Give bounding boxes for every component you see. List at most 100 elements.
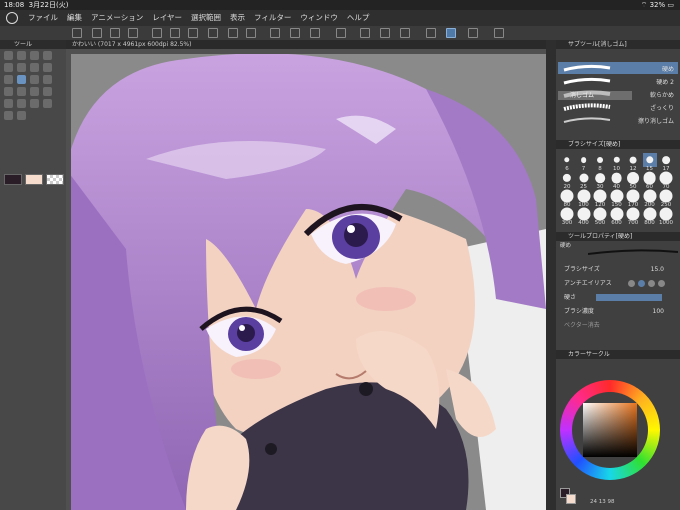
sub-color-chip[interactable] xyxy=(566,494,576,504)
brush-size-150[interactable]: 150 xyxy=(610,189,624,208)
app-logo-icon[interactable] xyxy=(6,12,18,24)
menu-file[interactable]: ファイル xyxy=(28,10,58,26)
invert-selection-icon[interactable] xyxy=(380,28,390,38)
brush-size-500[interactable]: 500 xyxy=(593,207,607,226)
vector-erase-row[interactable]: ベクター消去 xyxy=(558,320,678,331)
stroke-icon[interactable] xyxy=(468,28,478,38)
pen-mode-icon[interactable] xyxy=(446,28,456,38)
crop-icon[interactable] xyxy=(400,28,410,38)
aa-strong-option[interactable] xyxy=(658,280,665,287)
brush-size-10[interactable]: 10 xyxy=(610,153,624,172)
brush-size-200[interactable]: 200 xyxy=(643,189,657,208)
brush-size-7[interactable]: 7 xyxy=(577,153,591,172)
clear-icon[interactable] xyxy=(270,28,280,38)
density-row[interactable]: ブラシ濃度 100 xyxy=(558,306,678,317)
balloon-icon[interactable] xyxy=(4,111,13,120)
ruler-icon[interactable] xyxy=(426,28,436,38)
main-color-swatch[interactable] xyxy=(4,174,22,185)
brush-size-700[interactable]: 700 xyxy=(626,207,640,226)
airbrush-icon[interactable] xyxy=(4,87,13,96)
save-icon[interactable] xyxy=(170,28,180,38)
eraser-icon[interactable] xyxy=(17,75,26,84)
brush-row-rough[interactable]: ざっくり xyxy=(558,101,678,113)
menu-edit[interactable]: 編集 xyxy=(67,10,82,26)
panel-scrollbar[interactable] xyxy=(546,40,556,510)
brush-size-12[interactable]: 12 xyxy=(626,153,640,172)
brush-size-8[interactable]: 8 xyxy=(593,153,607,172)
brush-row-hard[interactable]: 硬め xyxy=(558,62,678,74)
brush-size-1000[interactable]: 1000 xyxy=(659,207,673,226)
menu-layer[interactable]: レイヤー xyxy=(152,10,182,26)
figure-icon[interactable] xyxy=(4,99,13,108)
brush-size-400[interactable]: 400 xyxy=(577,207,591,226)
new-canvas-icon[interactable] xyxy=(92,28,102,38)
brush-size-600[interactable]: 600 xyxy=(610,207,624,226)
fill-icon[interactable] xyxy=(290,28,300,38)
transparent-swatch[interactable] xyxy=(46,174,64,185)
ruler-tool-icon[interactable] xyxy=(17,111,26,120)
decoration-icon[interactable] xyxy=(17,87,26,96)
undo-icon[interactable] xyxy=(228,28,238,38)
brush-row-rub[interactable]: 擦り消しゴム xyxy=(558,114,678,126)
gradient-icon[interactable] xyxy=(30,99,39,108)
menu-list-icon[interactable] xyxy=(72,28,82,38)
brush-icon[interactable] xyxy=(30,75,39,84)
brush-size-70[interactable]: 70 xyxy=(659,171,673,190)
export-icon[interactable] xyxy=(188,28,198,38)
brush-size-15[interactable]: 15 xyxy=(642,153,657,172)
lasso-icon[interactable] xyxy=(4,63,13,72)
brush-size-17[interactable]: 17 xyxy=(659,153,673,172)
brush-size-800[interactable]: 800 xyxy=(643,207,657,226)
hand-icon[interactable] xyxy=(17,51,26,60)
color-wheel[interactable] xyxy=(560,380,660,480)
brush-size-170[interactable]: 170 xyxy=(626,189,640,208)
color-square[interactable] xyxy=(583,403,637,457)
brush-size-30[interactable]: 30 xyxy=(593,171,607,190)
canvas[interactable] xyxy=(66,49,546,510)
wand-icon[interactable] xyxy=(17,63,26,72)
print-icon[interactable] xyxy=(208,28,218,38)
brush-size-50[interactable]: 50 xyxy=(626,171,640,190)
select-icon[interactable] xyxy=(43,51,52,60)
frame-icon[interactable] xyxy=(43,99,52,108)
brush-size-40[interactable]: 40 xyxy=(610,171,624,190)
brush-size-100[interactable]: 100 xyxy=(577,189,591,208)
brush-row-soft[interactable]: 軟らかめ xyxy=(558,88,678,100)
hardness-slider[interactable] xyxy=(596,294,662,301)
pen-icon[interactable] xyxy=(4,75,13,84)
brush-size-250[interactable]: 250 xyxy=(659,189,673,208)
sub-color-swatch[interactable] xyxy=(25,174,43,185)
hardness-row[interactable]: 硬さ xyxy=(558,292,678,303)
brush-size-80[interactable]: 80 xyxy=(560,189,574,208)
brush-size-300[interactable]: 300 xyxy=(560,207,574,226)
blend-icon[interactable] xyxy=(30,87,39,96)
pencil-icon[interactable] xyxy=(43,75,52,84)
aa-mid-option[interactable] xyxy=(648,280,655,287)
brush-size-row[interactable]: ブラシサイズ 15.0 xyxy=(558,264,678,275)
brush-row-hard2[interactable]: 硬め 2 xyxy=(558,75,678,87)
menu-filter[interactable]: フィルター xyxy=(254,10,291,26)
aa-none-option[interactable] xyxy=(628,280,635,287)
zoom-icon[interactable] xyxy=(4,51,13,60)
move-icon[interactable] xyxy=(30,51,39,60)
transform-icon[interactable] xyxy=(310,28,320,38)
bucket-icon[interactable] xyxy=(43,87,52,96)
select-all-icon[interactable] xyxy=(360,28,370,38)
menu-selection[interactable]: 選択範囲 xyxy=(191,10,221,26)
brush-size-20[interactable]: 20 xyxy=(560,171,574,190)
operation-icon[interactable] xyxy=(30,63,39,72)
antialias-row[interactable]: アンチエイリアス xyxy=(558,278,678,289)
pick-icon[interactable] xyxy=(43,63,52,72)
menu-window[interactable]: ウィンドウ xyxy=(300,10,338,26)
settings-icon[interactable] xyxy=(494,28,504,38)
timelapse-icon[interactable] xyxy=(128,28,138,38)
canvas-tab[interactable]: かわいい (7017 x 4961px 600dpi 82.5%) xyxy=(66,40,546,49)
brush-size-120[interactable]: 120 xyxy=(593,189,607,208)
menu-help[interactable]: ヘルプ xyxy=(347,10,370,26)
brush-size-6[interactable]: 6 xyxy=(560,153,574,172)
deselect-icon[interactable] xyxy=(336,28,346,38)
redo-icon[interactable] xyxy=(246,28,256,38)
brush-size-60[interactable]: 60 xyxy=(643,171,657,190)
aa-weak-option[interactable] xyxy=(638,280,645,287)
share-icon[interactable] xyxy=(110,28,120,38)
